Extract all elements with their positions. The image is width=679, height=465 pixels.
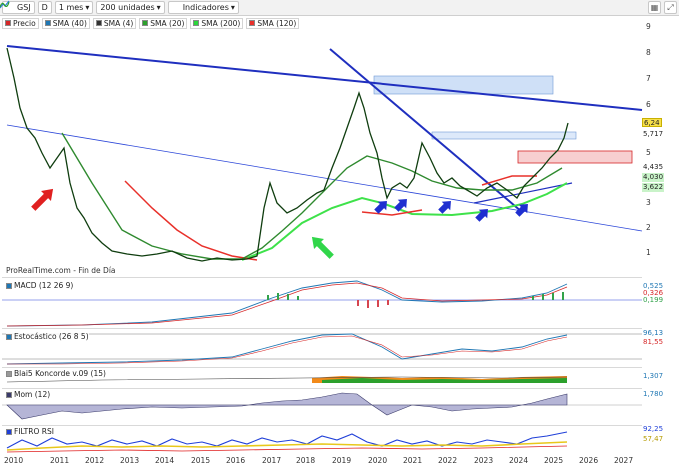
chevron-down-icon: ▾ [230, 3, 235, 12]
chevron-down-icon: ▾ [85, 3, 90, 12]
stochastic-value: 81,55 [643, 338, 664, 346]
year-label: 2022 [438, 456, 458, 465]
year-label: 2011 [50, 456, 70, 465]
price-tick: 9 [646, 22, 651, 31]
year-label: 2025 [544, 456, 564, 465]
stochastic-svg [2, 333, 642, 365]
koncorde-axis: 1,307 [642, 367, 679, 387]
units-selector[interactable]: 200 unidades ▾ [96, 1, 165, 14]
symbol-label: GSJ [17, 3, 31, 12]
support-zone [517, 150, 633, 164]
year-label: 2020 [368, 456, 388, 465]
resistance-zone-mid [431, 131, 577, 140]
year-label: 2027 [614, 456, 634, 465]
toolbar: GSJ D 1 mes ▾ 200 unidades ▾ Indicadores ▾ … [0, 0, 679, 16]
price-chart-panel[interactable]: ProRealTime.com - Fin de Día [2, 18, 643, 276]
macd-axis: 0,525 0,326 0,199 [642, 277, 679, 327]
price-tick: 7 [646, 74, 651, 83]
expand-icon[interactable]: ⤢ [664, 1, 677, 14]
sma-price-tag: 4,435 [642, 163, 665, 172]
price-tick: 1 [646, 248, 651, 257]
checkbox-icon [6, 428, 12, 435]
panel-title-macd[interactable]: MACD (12 26 9) [6, 281, 74, 290]
year-label: 2019 [332, 456, 352, 465]
rsi-filter-axis: 92,25 57,47 [642, 425, 679, 455]
indicators-icon [0, 1, 181, 12]
momentum-svg [2, 392, 642, 420]
year-label: 2017 [262, 456, 282, 465]
momentum-value: 1,780 [643, 390, 664, 398]
panel-title-rsi-filter[interactable]: FILTRO RSI [6, 427, 54, 436]
sma-price-tag: 4,030 [642, 173, 665, 182]
lower-channel-line [6, 124, 643, 232]
year-label: 2023 [474, 456, 494, 465]
momentum-panel[interactable]: Mom (12) [2, 388, 642, 424]
year-label: 2026 [579, 456, 599, 465]
panel-title-label: MACD (12 26 9) [14, 281, 74, 290]
blue-arrow-annotation-4 [475, 209, 488, 222]
rsi-filter-panel[interactable]: FILTRO RSI [2, 425, 642, 455]
stochastic-axis: 96,13 81,55 [642, 328, 679, 366]
indicators-label: Indicadores [182, 3, 229, 12]
rsi-value: 92,25 [643, 425, 664, 433]
year-label: 2016 [226, 456, 246, 465]
timeframe-code-label: D [41, 3, 48, 12]
checkbox-icon [6, 333, 12, 340]
period-label: 1 mes [58, 3, 84, 12]
sma-120-line [124, 175, 537, 261]
year-label: 2013 [120, 456, 140, 465]
rsi-filter-svg [6, 431, 568, 453]
checkbox-icon [6, 391, 12, 398]
period-selector[interactable]: 1 mes ▾ [54, 1, 94, 14]
green-arrow-annotation [311, 236, 334, 259]
rsi-value: 57,47 [643, 435, 664, 443]
year-label: 2018 [296, 456, 316, 465]
year-label: 2010 [4, 456, 24, 465]
year-label: 2024 [509, 456, 529, 465]
timeframe-code[interactable]: D [37, 1, 52, 14]
price-tick: 5 [646, 148, 651, 157]
price-tick: 6 [646, 100, 651, 109]
panel-title-koncorde[interactable]: Blai5 Koncorde v.09 (15) [6, 369, 106, 378]
falling-trendline [329, 48, 523, 213]
year-label: 2014 [155, 456, 175, 465]
indicators-button[interactable]: Indicadores ▾ [0, 1, 239, 14]
resistance-price-tag: 5,717 [642, 130, 665, 139]
price-chart-svg [6, 45, 643, 262]
price-axis: 9 8 7 6 5 4 3 2 1 6,24 5,717 4,435 4,030… [642, 18, 679, 276]
panel-title-label: Estocástico (26 8 5) [14, 332, 89, 341]
stochastic-panel[interactable]: Estocástico (26 8 5) [2, 328, 642, 366]
price-tick: 2 [646, 223, 651, 232]
year-label: 2021 [403, 456, 423, 465]
chart-caption: ProRealTime.com - Fin de Día [6, 266, 116, 275]
last-price-tag: 6,24 [642, 118, 662, 127]
koncorde-value: 1,307 [643, 372, 664, 380]
price-tick: 3 [646, 198, 651, 207]
units-label: 200 unidades [100, 3, 155, 12]
macd-value: 0,199 [643, 296, 664, 304]
red-arrow-annotation [31, 188, 54, 211]
macd-panel[interactable]: MACD (12 26 9) [2, 277, 642, 327]
price-tick: 8 [646, 48, 651, 57]
panel-title-label: Mom (12) [14, 390, 51, 399]
momentum-axis: 1,780 [642, 388, 679, 424]
macd-svg [2, 280, 642, 327]
panel-title-stochastic[interactable]: Estocástico (26 8 5) [6, 332, 89, 341]
stochastic-value: 96,13 [643, 329, 664, 337]
panel-title-label: FILTRO RSI [14, 427, 54, 436]
checkbox-icon [6, 370, 12, 377]
koncorde-panel[interactable]: Blai5 Koncorde v.09 (15) [2, 367, 642, 387]
rising-support-line [473, 182, 573, 204]
calendar-icon[interactable]: ▦ [648, 1, 661, 14]
year-label: 2012 [85, 456, 105, 465]
checkbox-icon [6, 282, 12, 289]
year-label: 2015 [191, 456, 211, 465]
sma-price-tag: 3,622 [642, 183, 665, 192]
panel-title-label: Blai5 Koncorde v.09 (15) [14, 369, 106, 378]
panel-title-momentum[interactable]: Mom (12) [6, 390, 51, 399]
chevron-down-icon: ▾ [156, 3, 161, 12]
